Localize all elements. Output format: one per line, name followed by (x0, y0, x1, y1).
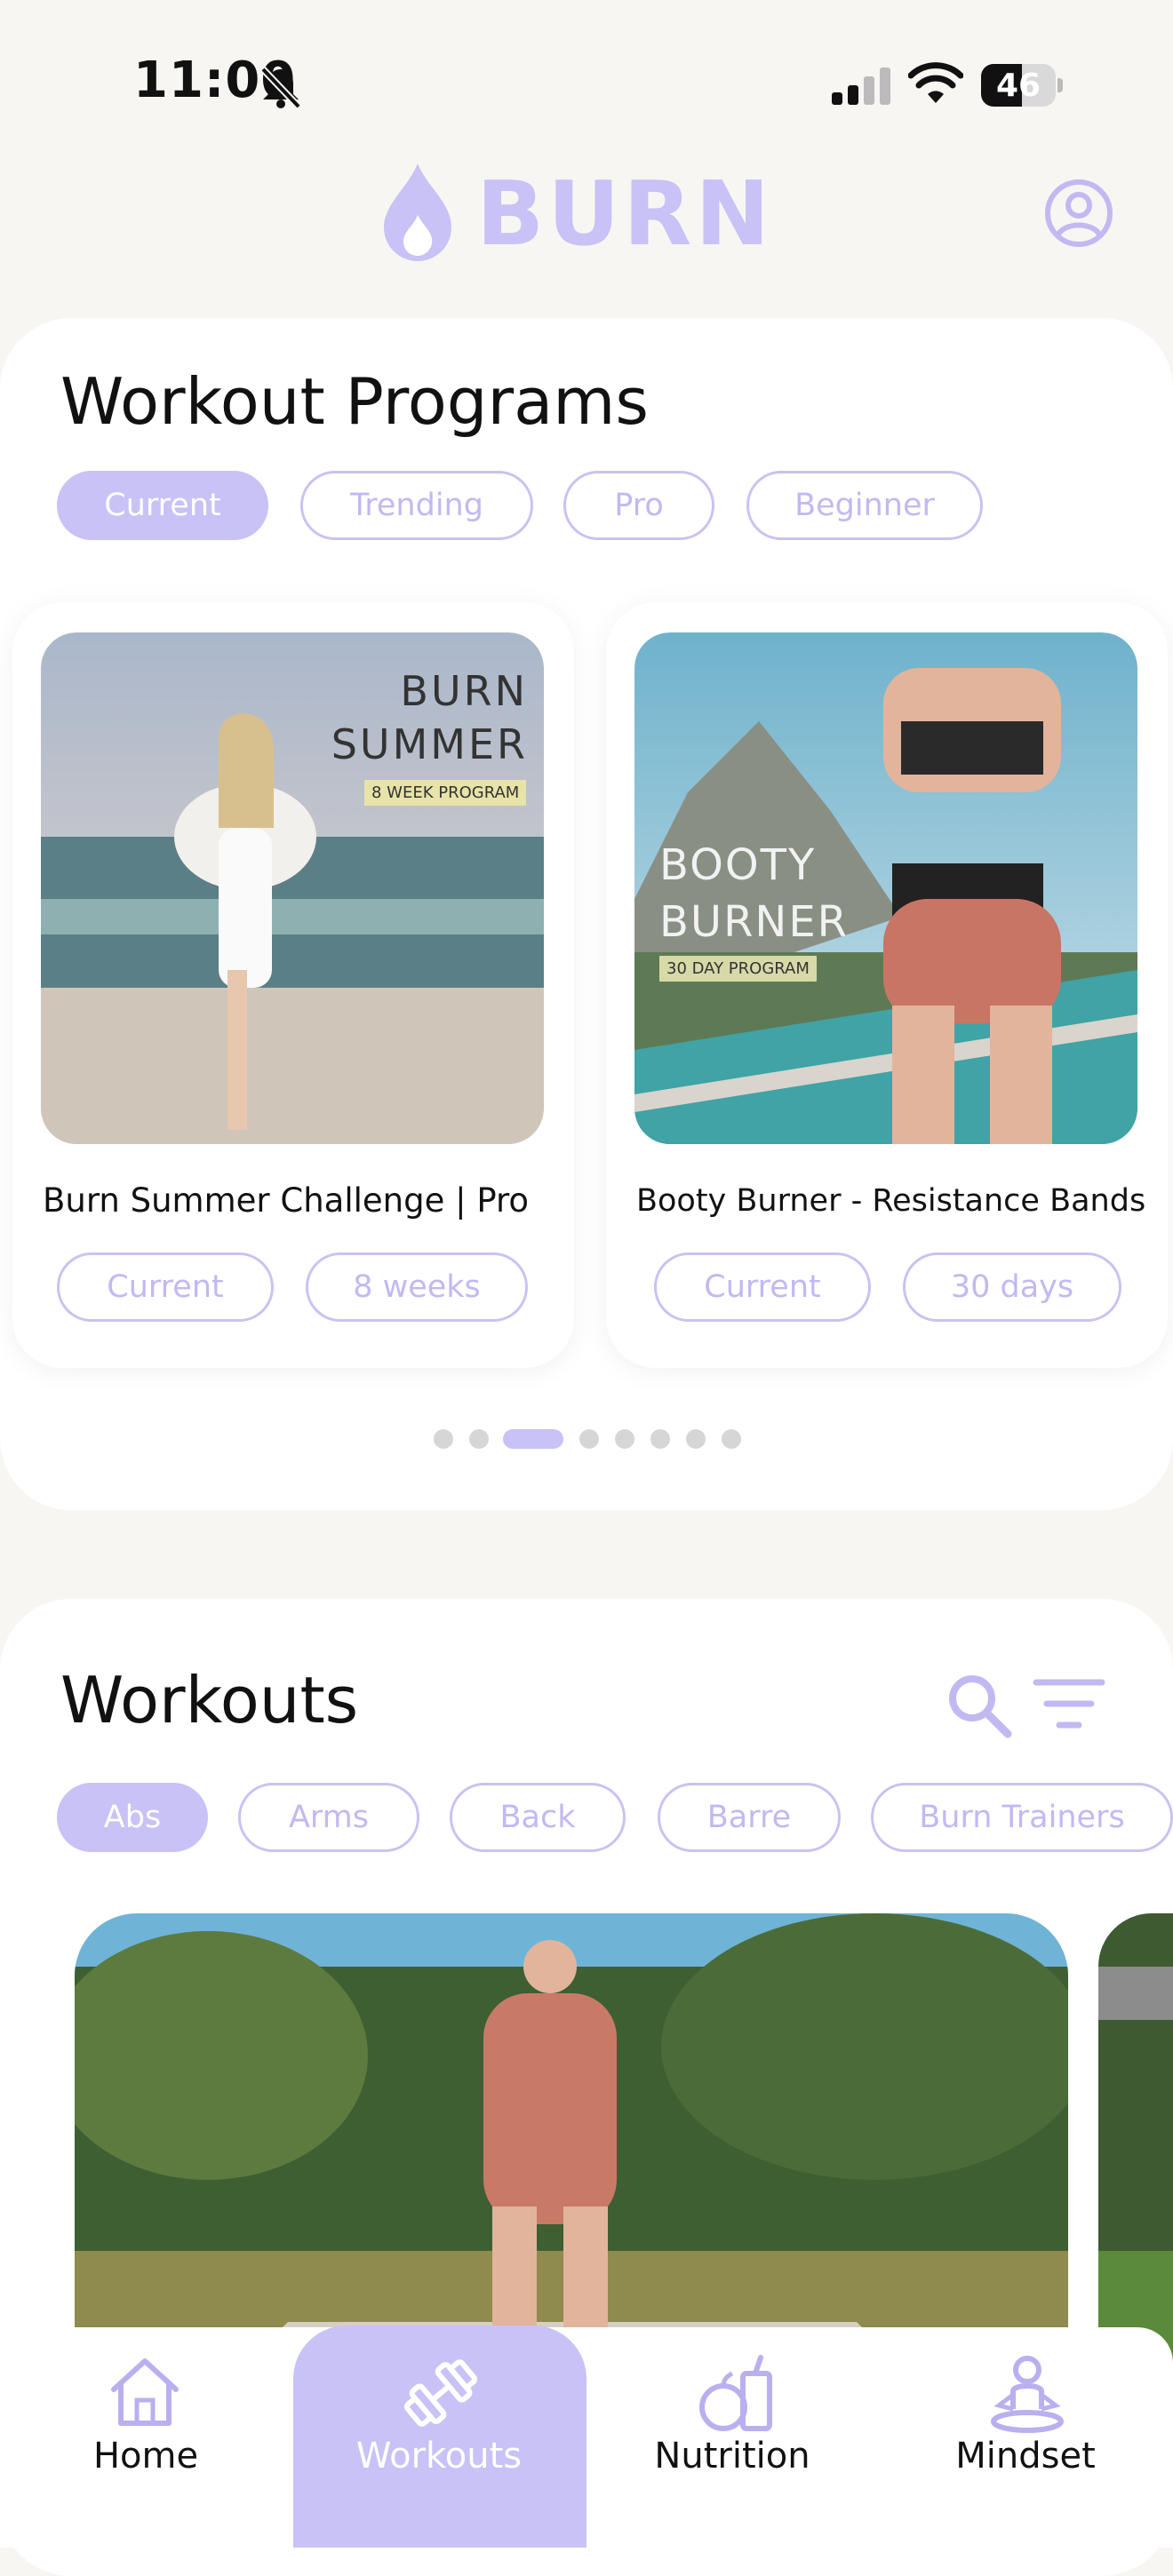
logo-text: BURN (476, 162, 774, 266)
program-card-tag: Current (57, 1252, 274, 1322)
tab-mindset-label[interactable]: Mindset (892, 2436, 1159, 2477)
page-dot[interactable] (650, 1429, 670, 1449)
flame-logo-icon (384, 163, 451, 261)
dumbbell-icon[interactable] (402, 2354, 480, 2432)
program-card-title: Booty Burner - Resistance Bands (636, 1183, 1146, 1219)
bell-slash-icon (260, 67, 301, 109)
battery-icon: 46 (981, 64, 1063, 107)
nutrition-icon[interactable] (697, 2354, 777, 2434)
workouts-filter-burn-trainers[interactable]: Burn Trainers (871, 1783, 1173, 1852)
profile-icon[interactable] (1043, 178, 1114, 249)
programs-filter-trending[interactable]: Trending (300, 471, 533, 540)
tab-nutrition-label[interactable]: Nutrition (599, 2436, 866, 2477)
page-dot[interactable] (579, 1429, 599, 1449)
signal-icon (832, 68, 890, 105)
workouts-filter-abs[interactable]: Abs (57, 1783, 208, 1852)
battery-level: 46 (995, 67, 1041, 104)
workouts-filter-arms[interactable]: Arms (238, 1783, 419, 1852)
workouts-filter-barre[interactable]: Barre (658, 1783, 841, 1852)
home-icon[interactable] (107, 2356, 183, 2429)
program-card-image-title: BURN SUMMER (331, 667, 528, 768)
page-dot[interactable] (615, 1429, 634, 1449)
programs-filter-pro[interactable]: Pro (563, 471, 714, 540)
program-card-tag: 8 weeks (306, 1252, 528, 1322)
program-card-image-badge: 8 WEEK PROGRAM (364, 780, 527, 806)
page-dot[interactable] (469, 1429, 489, 1449)
program-card-tag: 30 days (903, 1252, 1121, 1322)
workouts-title: Workouts (60, 1663, 359, 1737)
programs-title: Workout Programs (60, 364, 649, 439)
program-card-image-badge: 30 DAY PROGRAM (659, 956, 817, 982)
search-icon[interactable] (944, 1670, 1013, 1739)
program-card-image-title: BOOTY BURNER (659, 840, 849, 947)
workout-card-image[interactable] (1098, 1913, 1173, 2393)
programs-filter-current[interactable]: Current (57, 471, 268, 540)
program-card-title: Burn Summer Challenge | Pro (43, 1181, 530, 1220)
page-dot[interactable] (686, 1429, 706, 1449)
program-card-tag: Current (654, 1252, 871, 1322)
program-card[interactable]: BOOTY BURNER 30 DAY PROGRAM Booty Burner… (606, 602, 1168, 1368)
programs-filter-beginner[interactable]: Beginner (746, 471, 983, 540)
page-dot[interactable] (722, 1429, 741, 1449)
tab-home-label[interactable]: Home (12, 2436, 279, 2477)
page-dot-active[interactable] (503, 1429, 563, 1449)
tab-workouts-label[interactable]: Workouts (306, 2436, 572, 2477)
page-dot[interactable] (434, 1429, 453, 1449)
meditation-icon[interactable] (986, 2354, 1068, 2434)
filter-icon[interactable] (1031, 1675, 1107, 1734)
program-card[interactable]: BURN SUMMER 8 WEEK PROGRAM Burn Summer C… (12, 602, 574, 1368)
workouts-filter-back[interactable]: Back (450, 1783, 626, 1852)
wifi-icon (908, 62, 963, 103)
workout-card-image[interactable] (75, 1913, 1068, 2393)
